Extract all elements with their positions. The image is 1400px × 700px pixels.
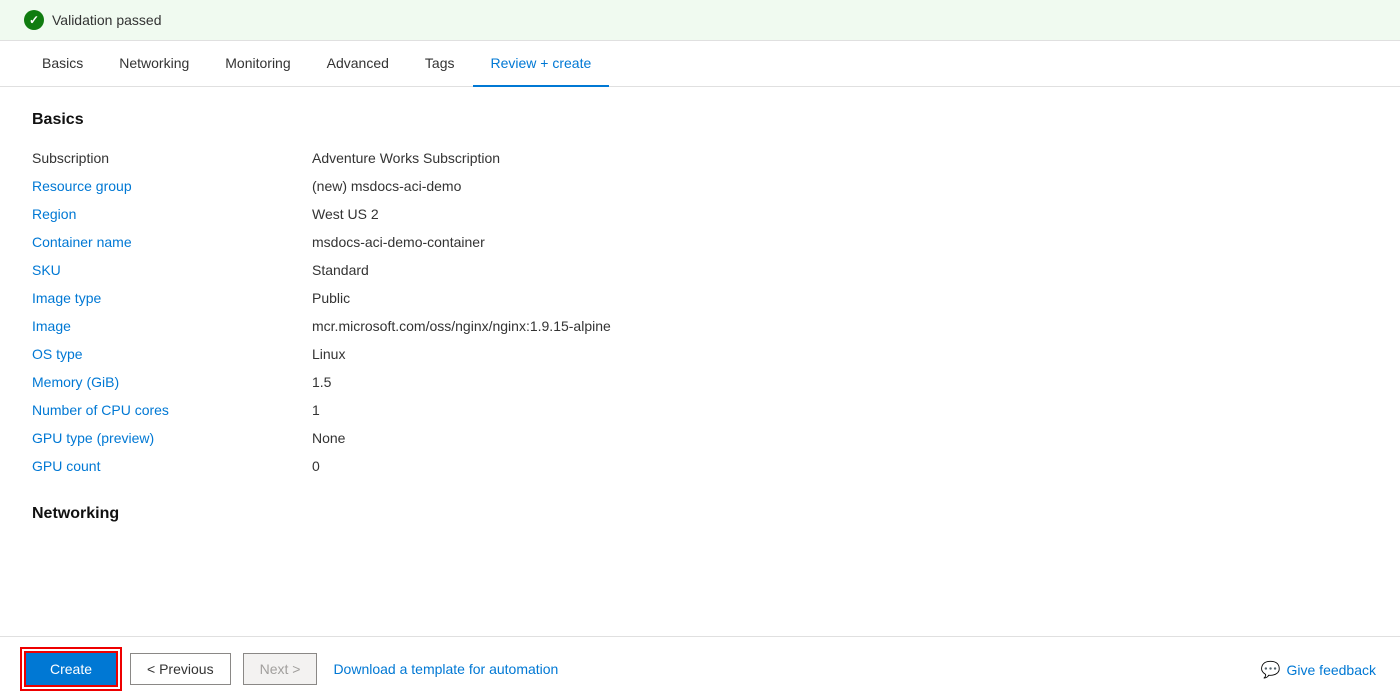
field-gpu-type: GPU type (preview) None <box>32 425 1368 453</box>
tab-monitoring[interactable]: Monitoring <box>207 41 308 87</box>
field-cpu-cores: Number of CPU cores 1 <box>32 397 1368 425</box>
value-resource-group: (new) msdocs-aci-demo <box>312 178 461 194</box>
tab-review-create[interactable]: Review + create <box>473 41 610 87</box>
tab-tags[interactable]: Tags <box>407 41 473 87</box>
value-image: mcr.microsoft.com/oss/nginx/nginx:1.9.15… <box>312 318 611 334</box>
download-template-link[interactable]: Download a template for automation <box>333 661 558 677</box>
value-gpu-count: 0 <box>312 458 320 474</box>
field-container-name: Container name msdocs-aci-demo-container <box>32 229 1368 257</box>
feedback-label: Give feedback <box>1287 662 1377 678</box>
label-os-type: OS type <box>32 346 312 362</box>
value-image-type: Public <box>312 290 350 306</box>
tab-navigation: Basics Networking Monitoring Advanced Ta… <box>0 41 1400 87</box>
value-subscription: Adventure Works Subscription <box>312 150 500 166</box>
label-image-type: Image type <box>32 290 312 306</box>
label-gpu-type: GPU type (preview) <box>32 430 312 446</box>
bottom-toolbar: Create < Previous Next > Download a temp… <box>0 636 1400 700</box>
validation-banner: Validation passed <box>0 0 1400 41</box>
value-memory: 1.5 <box>312 374 331 390</box>
basics-section-heading: Basics <box>32 111 1368 129</box>
label-memory: Memory (GiB) <box>32 374 312 390</box>
field-image: Image mcr.microsoft.com/oss/nginx/nginx:… <box>32 313 1368 341</box>
label-resource-group: Resource group <box>32 178 312 194</box>
label-region: Region <box>32 206 312 222</box>
validation-check-icon <box>24 10 44 30</box>
next-button: Next > <box>243 653 318 685</box>
field-image-type: Image type Public <box>32 285 1368 313</box>
field-gpu-count: GPU count 0 <box>32 453 1368 481</box>
label-sku: SKU <box>32 262 312 278</box>
field-subscription: Subscription Adventure Works Subscriptio… <box>32 145 1368 173</box>
label-cpu-cores: Number of CPU cores <box>32 402 312 418</box>
field-sku: SKU Standard <box>32 257 1368 285</box>
value-region: West US 2 <box>312 206 379 222</box>
value-os-type: Linux <box>312 346 345 362</box>
value-cpu-cores: 1 <box>312 402 320 418</box>
value-container-name: msdocs-aci-demo-container <box>312 234 485 250</box>
value-sku: Standard <box>312 262 369 278</box>
validation-text: Validation passed <box>52 12 161 28</box>
field-region: Region West US 2 <box>32 201 1368 229</box>
previous-button[interactable]: < Previous <box>130 653 231 685</box>
main-content: Basics Subscription Adventure Works Subs… <box>0 87 1400 633</box>
field-os-type: OS type Linux <box>32 341 1368 369</box>
networking-section-heading: Networking <box>32 505 1368 523</box>
field-memory: Memory (GiB) 1.5 <box>32 369 1368 397</box>
field-resource-group: Resource group (new) msdocs-aci-demo <box>32 173 1368 201</box>
tab-basics[interactable]: Basics <box>24 41 101 87</box>
label-image: Image <box>32 318 312 334</box>
create-button[interactable]: Create <box>24 651 118 687</box>
label-container-name: Container name <box>32 234 312 250</box>
value-gpu-type: None <box>312 430 345 446</box>
label-gpu-count: GPU count <box>32 458 312 474</box>
give-feedback-button[interactable]: 💬 Give feedback <box>1261 660 1376 680</box>
tab-advanced[interactable]: Advanced <box>309 41 407 87</box>
feedback-icon: 💬 <box>1261 660 1281 680</box>
tab-networking[interactable]: Networking <box>101 41 207 87</box>
label-subscription: Subscription <box>32 150 312 166</box>
